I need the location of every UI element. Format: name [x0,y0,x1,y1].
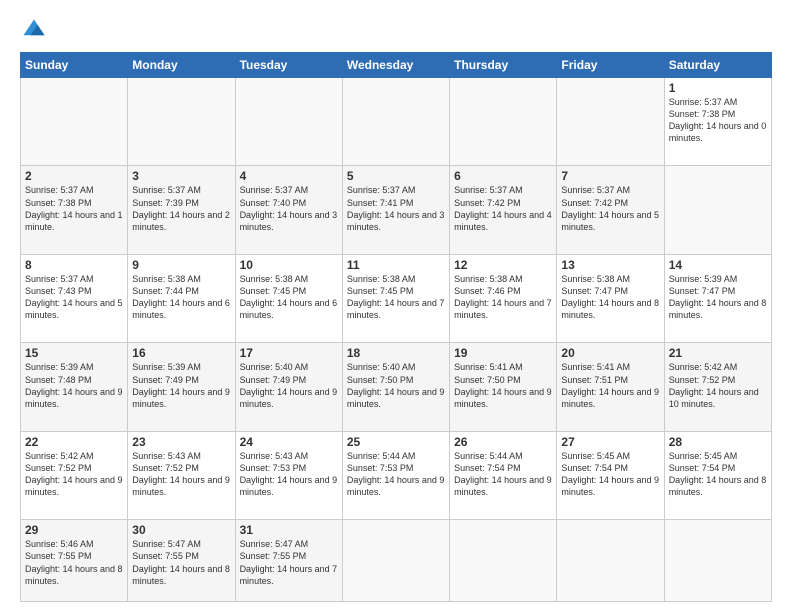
table-row: 22Sunrise: 5:42 AMSunset: 7:52 PMDayligh… [21,431,128,519]
column-header-saturday: Saturday [664,53,771,78]
header [20,16,772,44]
table-row: 25Sunrise: 5:44 AMSunset: 7:53 PMDayligh… [342,431,449,519]
table-row: 5Sunrise: 5:37 AMSunset: 7:41 PMDaylight… [342,166,449,254]
table-row: 21Sunrise: 5:42 AMSunset: 7:52 PMDayligh… [664,343,771,431]
table-row: 14Sunrise: 5:39 AMSunset: 7:47 PMDayligh… [664,254,771,342]
table-row: 1Sunrise: 5:37 AMSunset: 7:38 PMDaylight… [664,78,771,166]
table-row [450,520,557,602]
column-header-wednesday: Wednesday [342,53,449,78]
calendar-week-1: 1Sunrise: 5:37 AMSunset: 7:38 PMDaylight… [21,78,772,166]
table-row [557,520,664,602]
table-row: 15Sunrise: 5:39 AMSunset: 7:48 PMDayligh… [21,343,128,431]
table-row: 20Sunrise: 5:41 AMSunset: 7:51 PMDayligh… [557,343,664,431]
table-row: 8Sunrise: 5:37 AMSunset: 7:43 PMDaylight… [21,254,128,342]
table-row: 13Sunrise: 5:38 AMSunset: 7:47 PMDayligh… [557,254,664,342]
empty-cell [235,78,342,166]
column-header-friday: Friday [557,53,664,78]
empty-cell [21,78,128,166]
table-row: 11Sunrise: 5:38 AMSunset: 7:45 PMDayligh… [342,254,449,342]
table-row: 27Sunrise: 5:45 AMSunset: 7:54 PMDayligh… [557,431,664,519]
table-row: 7Sunrise: 5:37 AMSunset: 7:42 PMDaylight… [557,166,664,254]
table-row: 6Sunrise: 5:37 AMSunset: 7:42 PMDaylight… [450,166,557,254]
table-row: 2Sunrise: 5:37 AMSunset: 7:38 PMDaylight… [21,166,128,254]
table-row [664,166,771,254]
page: SundayMondayTuesdayWednesdayThursdayFrid… [0,0,792,612]
table-row: 24Sunrise: 5:43 AMSunset: 7:53 PMDayligh… [235,431,342,519]
calendar-table: SundayMondayTuesdayWednesdayThursdayFrid… [20,52,772,602]
empty-cell [128,78,235,166]
logo [20,16,52,44]
calendar-header-row: SundayMondayTuesdayWednesdayThursdayFrid… [21,53,772,78]
table-row: 3Sunrise: 5:37 AMSunset: 7:39 PMDaylight… [128,166,235,254]
table-row [664,520,771,602]
table-row: 23Sunrise: 5:43 AMSunset: 7:52 PMDayligh… [128,431,235,519]
empty-cell [342,78,449,166]
empty-cell [450,78,557,166]
table-row: 19Sunrise: 5:41 AMSunset: 7:50 PMDayligh… [450,343,557,431]
column-header-tuesday: Tuesday [235,53,342,78]
table-row: 29Sunrise: 5:46 AMSunset: 7:55 PMDayligh… [21,520,128,602]
column-header-monday: Monday [128,53,235,78]
table-row: 31Sunrise: 5:47 AMSunset: 7:55 PMDayligh… [235,520,342,602]
calendar-week-5: 22Sunrise: 5:42 AMSunset: 7:52 PMDayligh… [21,431,772,519]
column-header-sunday: Sunday [21,53,128,78]
table-row: 12Sunrise: 5:38 AMSunset: 7:46 PMDayligh… [450,254,557,342]
table-row: 28Sunrise: 5:45 AMSunset: 7:54 PMDayligh… [664,431,771,519]
table-row: 16Sunrise: 5:39 AMSunset: 7:49 PMDayligh… [128,343,235,431]
table-row: 18Sunrise: 5:40 AMSunset: 7:50 PMDayligh… [342,343,449,431]
table-row: 26Sunrise: 5:44 AMSunset: 7:54 PMDayligh… [450,431,557,519]
empty-cell [557,78,664,166]
table-row: 4Sunrise: 5:37 AMSunset: 7:40 PMDaylight… [235,166,342,254]
table-row [342,520,449,602]
table-row: 9Sunrise: 5:38 AMSunset: 7:44 PMDaylight… [128,254,235,342]
logo-icon [20,16,48,44]
calendar-week-3: 8Sunrise: 5:37 AMSunset: 7:43 PMDaylight… [21,254,772,342]
calendar-week-6: 29Sunrise: 5:46 AMSunset: 7:55 PMDayligh… [21,520,772,602]
table-row: 17Sunrise: 5:40 AMSunset: 7:49 PMDayligh… [235,343,342,431]
table-row: 10Sunrise: 5:38 AMSunset: 7:45 PMDayligh… [235,254,342,342]
calendar-week-2: 2Sunrise: 5:37 AMSunset: 7:38 PMDaylight… [21,166,772,254]
column-header-thursday: Thursday [450,53,557,78]
calendar-week-4: 15Sunrise: 5:39 AMSunset: 7:48 PMDayligh… [21,343,772,431]
table-row: 30Sunrise: 5:47 AMSunset: 7:55 PMDayligh… [128,520,235,602]
